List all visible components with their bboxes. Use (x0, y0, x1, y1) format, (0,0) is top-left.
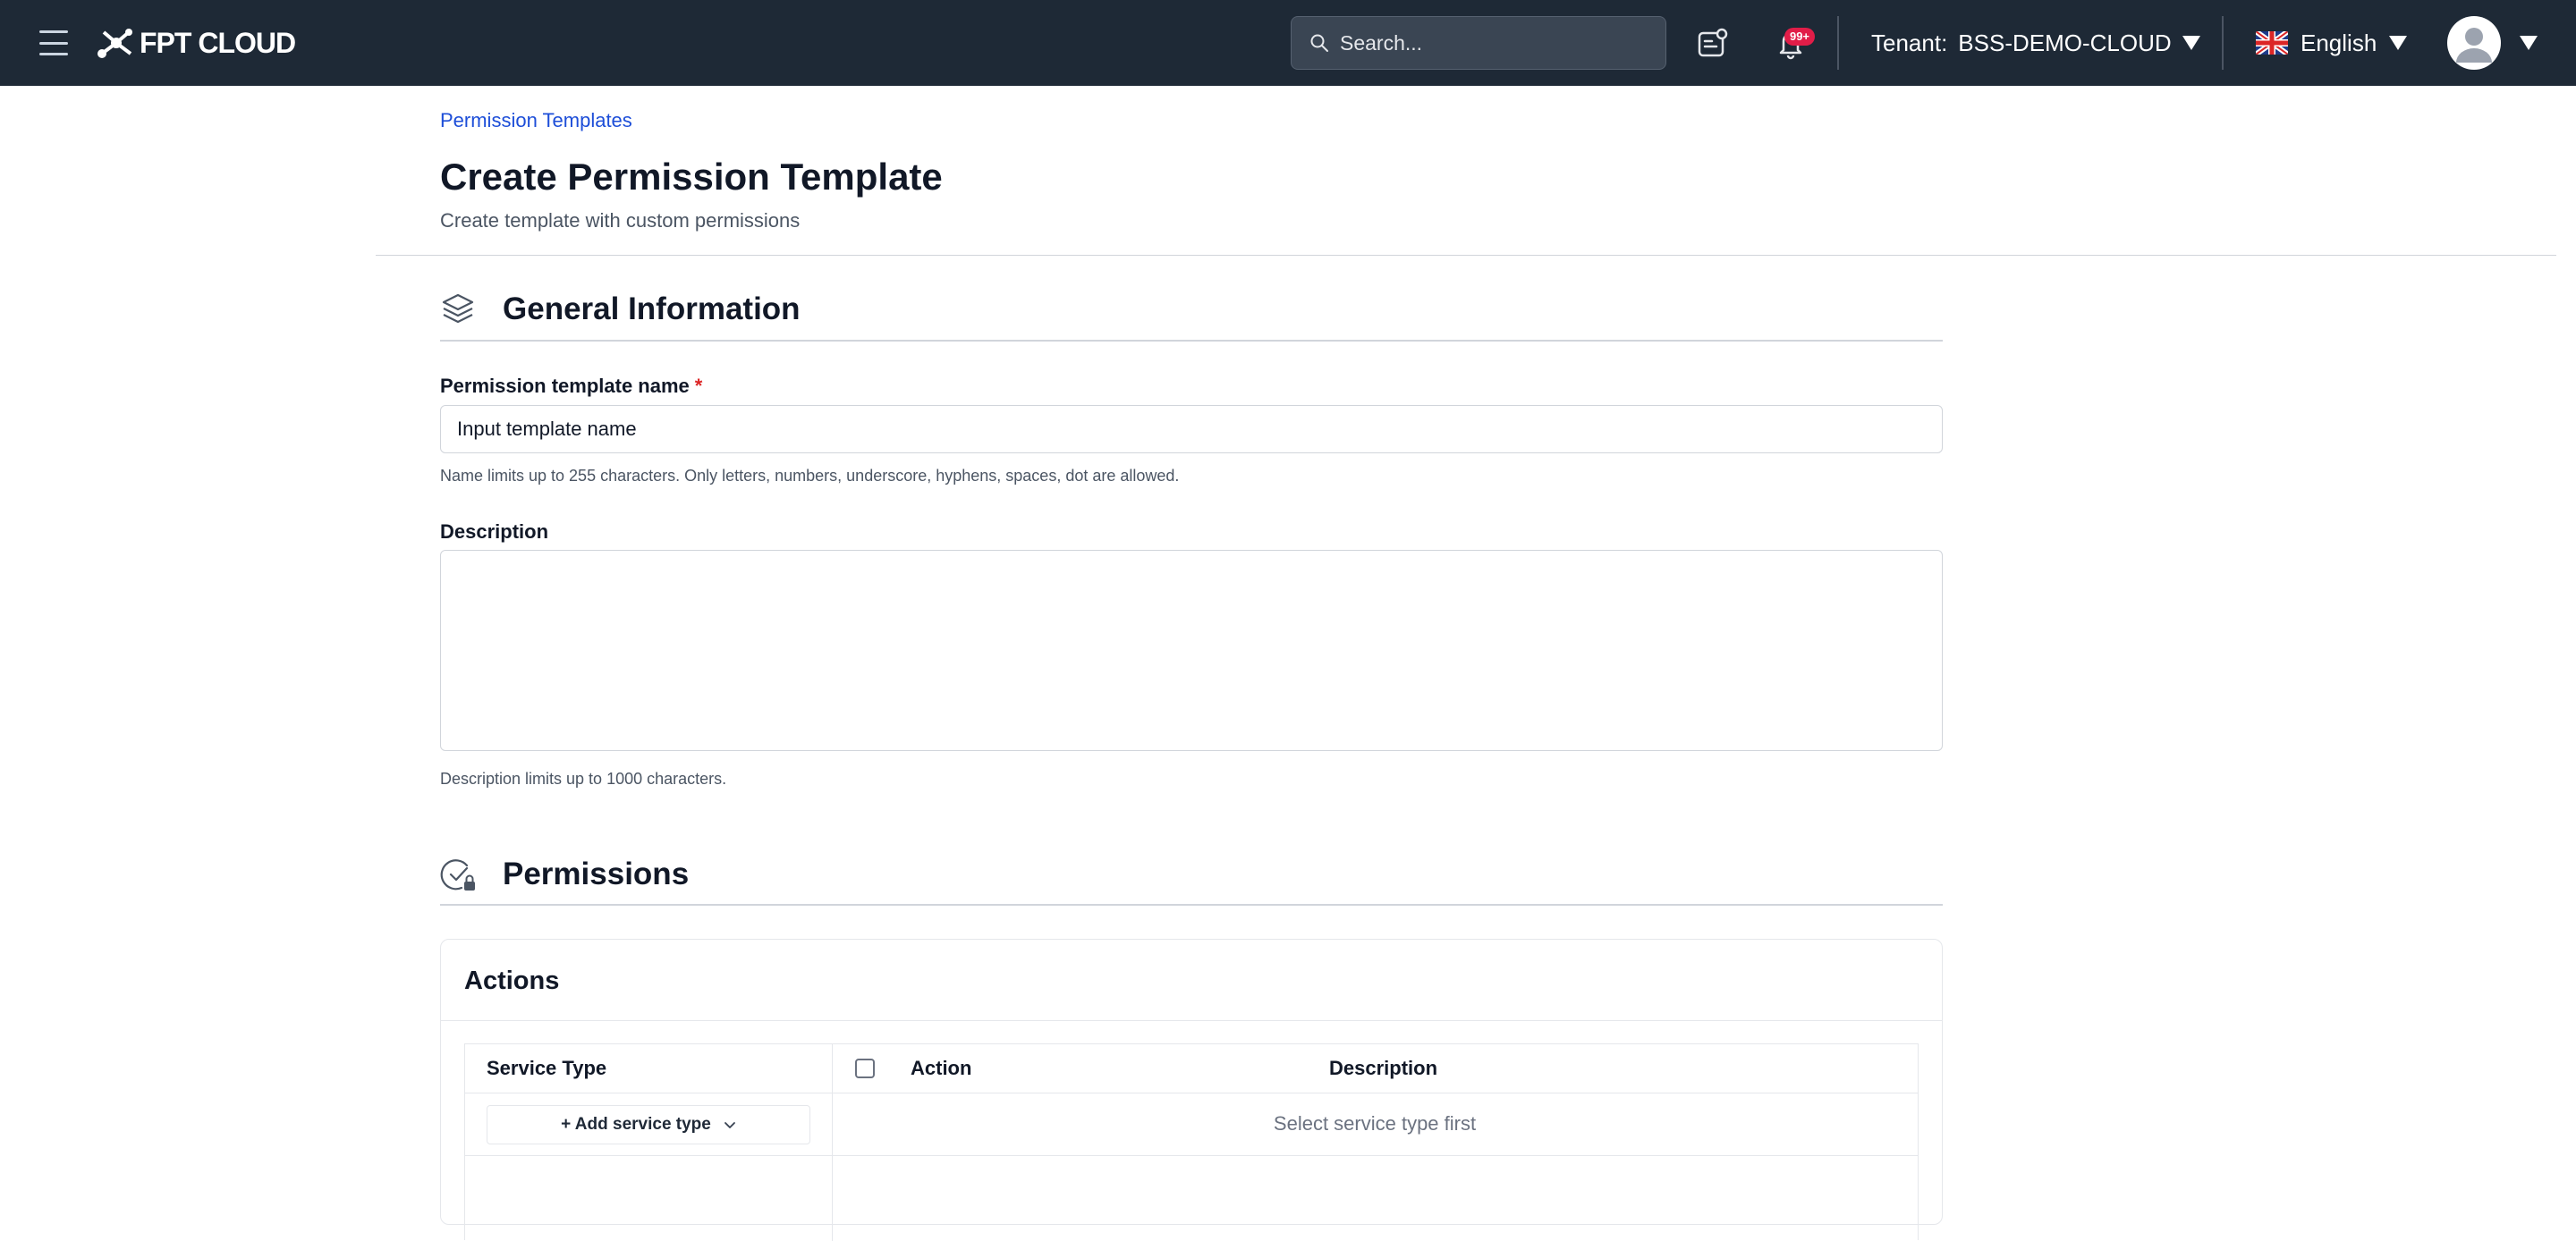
row-divider (465, 1155, 1918, 1156)
search-input[interactable] (1340, 30, 1635, 55)
permissions-header: Permissions (440, 852, 689, 897)
column-header-service-type: Service Type (487, 1057, 607, 1079)
header-divider (376, 255, 2556, 256)
user-menu-caret-icon[interactable] (2520, 36, 2538, 50)
caret-down-icon (2182, 36, 2200, 50)
logo-text: FPT CLOUD (140, 26, 296, 59)
actions-table: Service Type Action Description + Add se… (464, 1043, 1919, 1241)
template-name-label-text: Permission template name (440, 375, 690, 397)
template-name-input[interactable] (440, 405, 1943, 453)
tenant-value: BSS-DEMO-CLOUD (1958, 29, 2172, 56)
add-service-type-button[interactable]: + Add service type (487, 1105, 810, 1144)
empty-state-message: Select service type first (1273, 1112, 1477, 1135)
template-name-label: Permission template name * (440, 375, 702, 398)
tenant-selector[interactable]: Tenant: BSS-DEMO-CLOUD (1871, 27, 2200, 59)
column-header-description: Description (1329, 1057, 1438, 1079)
language-label: English (2301, 29, 2377, 56)
actions-title: Actions (464, 967, 560, 995)
section-title: General Information (503, 291, 801, 326)
caret-down-icon (2389, 36, 2408, 50)
topbar-divider (1837, 16, 1839, 70)
notification-badge: 99+ (1784, 28, 1815, 46)
fpt-cloud-logo[interactable]: FPT CLOUD (97, 23, 296, 63)
description-textarea[interactable] (440, 550, 1943, 751)
card-divider (441, 1020, 1942, 1021)
add-service-type-label: + Add service type (561, 1115, 711, 1134)
uk-flag-icon (2256, 31, 2288, 55)
user-avatar[interactable] (2447, 16, 2501, 70)
user-avatar-icon (2456, 28, 2492, 63)
topbar-divider (2222, 16, 2224, 70)
tenant-label: Tenant: (1871, 29, 1948, 56)
chevron-down-icon (724, 1122, 735, 1128)
language-selector[interactable]: English (2256, 27, 2408, 59)
section-divider (440, 904, 1943, 906)
column-header-action: Action (911, 1057, 972, 1079)
description-label: Description (440, 520, 549, 543)
section-divider (440, 340, 1943, 342)
page-subtitle: Create template with custom permissions (440, 209, 801, 232)
breadcrumb-permission-templates[interactable]: Permission Templates (440, 109, 632, 132)
template-name-hint: Name limits up to 255 characters. Only l… (440, 467, 1180, 485)
general-information-header: General Information (440, 287, 801, 332)
page-title: Create Permission Template (440, 156, 943, 198)
check-lock-icon (440, 859, 475, 891)
hamburger-menu-icon[interactable] (39, 30, 68, 55)
logo-mark-icon (97, 29, 132, 58)
top-navigation-bar: FPT CLOUD 99+ Tenant: BSS-DEMO-CLOUD (0, 0, 2576, 86)
news-feed-icon[interactable] (1695, 25, 1731, 61)
description-hint: Description limits up to 1000 characters… (440, 770, 727, 788)
layers-icon (442, 293, 474, 324)
section-title: Permissions (503, 857, 690, 891)
global-search[interactable] (1291, 16, 1666, 70)
search-icon (1310, 34, 1328, 52)
required-mark: * (694, 375, 703, 397)
select-all-checkbox[interactable] (855, 1059, 875, 1078)
actions-card: Actions Service Type Action Description … (440, 939, 1943, 1241)
